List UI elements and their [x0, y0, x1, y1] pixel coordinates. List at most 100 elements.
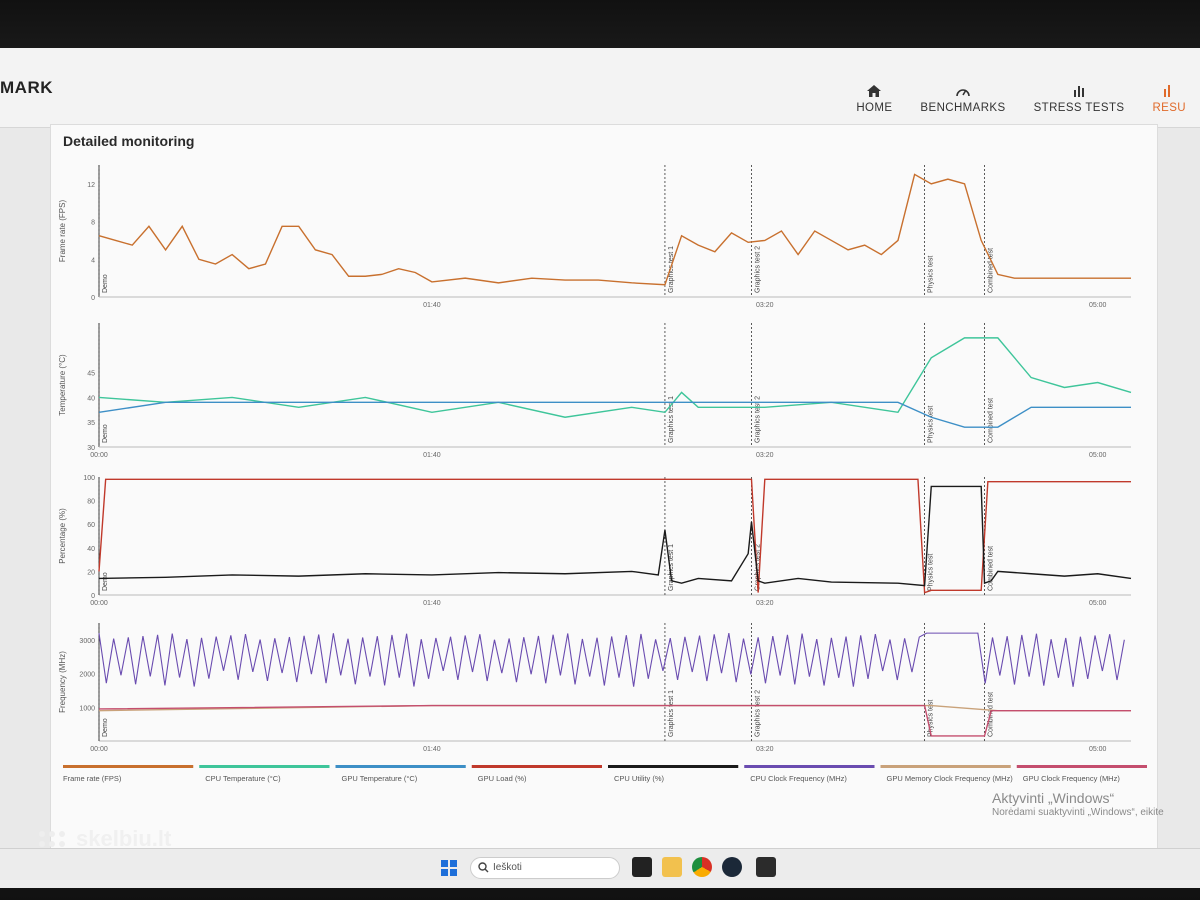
test-marker-label: Demo: [102, 572, 109, 591]
x-tick-label: 03:20: [756, 452, 774, 459]
test-marker-label: Demo: [102, 424, 109, 443]
x-tick-label: 01:40: [423, 746, 441, 753]
y-tick-label: 80: [87, 499, 95, 506]
taskbar-search-input[interactable]: Ieškoti: [470, 857, 620, 879]
nav-home[interactable]: HOME: [842, 84, 906, 114]
y-tick-label: 45: [87, 371, 95, 378]
legend-label: CPU Temperature (°C): [205, 774, 281, 783]
y-axis-label: Temperature (°C): [58, 354, 67, 416]
legend-item[interactable]: CPU Utility (%): [608, 765, 739, 783]
y-tick-label: 1000: [79, 705, 95, 712]
steam-icon[interactable]: [722, 857, 742, 877]
series-line-cpu-temperature-c-: [98, 337, 1132, 418]
y-tick-label: 20: [87, 569, 95, 576]
test-marker-label: Graphics test 2: [754, 690, 761, 737]
site-name: skelbiu.lt: [76, 826, 172, 851]
legend-item[interactable]: CPU Temperature (°C): [199, 765, 330, 783]
gauge-icon: [956, 89, 970, 97]
taskbar-search-placeholder: Ieškoti: [493, 862, 522, 873]
y-tick-label: 40: [87, 546, 95, 553]
home-icon: [867, 85, 882, 97]
nav-results[interactable]: RESU: [1138, 84, 1200, 114]
legend-swatch: [471, 765, 602, 768]
x-tick-label: 03:20: [756, 302, 774, 309]
y-axis-label: Frame rate (FPS): [58, 200, 67, 263]
windows-start-icon[interactable]: [440, 859, 458, 877]
app-logo: MARK: [0, 78, 53, 97]
legend-swatch: [608, 765, 739, 768]
x-tick-label: 05:00: [1089, 452, 1107, 459]
legend-label: GPU Load (%): [478, 774, 527, 783]
legend-label: Frame rate (FPS): [63, 774, 122, 783]
bar-chart-icon: [1074, 86, 1084, 97]
series-line-gpu-clock-frequency-mhz-: [98, 704, 1131, 737]
series-line-gpu-memory-clock-frequency-mhz-: [98, 704, 1131, 712]
results-icon: [1164, 85, 1171, 97]
chart-legend: Frame rate (FPS) CPU Temperature (°C) GPU …: [63, 765, 1147, 783]
nav-stress-tests-label: STRESS TESTS: [1033, 102, 1125, 114]
x-tick-label: 01:40: [423, 600, 441, 607]
site-logo-icon: [39, 831, 65, 847]
nav-benchmarks[interactable]: BENCHMARKS: [906, 84, 1019, 114]
series-line-gpu-temperature-c-: [98, 401, 1131, 428]
legend-item[interactable]: GPU Memory Clock Frequency (MHz): [880, 765, 1014, 783]
watermark-line1: Aktyvinti „Windows“: [992, 790, 1115, 806]
app-header: MARK HOME BENCHMARKS STRESS TESTS RESU: [0, 48, 1200, 128]
monitoring-charts: Frame rate (FPS) 0 4 8 12 01:40 03:20 05:00 Demo…: [58, 165, 1132, 753]
legend-item[interactable]: GPU Load (%): [471, 765, 602, 783]
test-marker-label: Combined test: [988, 398, 995, 443]
legend-item[interactable]: GPU Clock Frequency (MHz): [1016, 765, 1147, 783]
y-tick-label: 35: [87, 420, 95, 427]
legend-swatch: [744, 765, 875, 768]
legend-label: GPU Memory Clock Frequency (MHz): [887, 774, 1014, 783]
legend-label: GPU Temperature (°C): [342, 774, 418, 783]
x-tick-label: 00:00: [90, 600, 108, 607]
windows-activation-watermark: Aktyvinti „Windows“ Norėdami suaktyvinti…: [992, 790, 1164, 819]
chrome-icon[interactable]: [692, 857, 712, 877]
test-marker-label: Physics test: [928, 554, 935, 591]
x-tick-label: 03:20: [756, 600, 774, 607]
chart-3: Percentage (%) 0 20 40 60 80 100 00:00 01:40 03:2…: [58, 475, 1132, 607]
test-marker-label: Physics test: [928, 256, 935, 293]
y-tick-label: 0: [91, 295, 95, 302]
legend-item[interactable]: Frame rate (FPS): [63, 765, 194, 783]
test-marker-label: Combined test: [988, 692, 995, 737]
legend-label: CPU Clock Frequency (MHz): [750, 774, 847, 783]
chart-2: Temperature (°C) 30 35 40 45 00:00 01:40 03:20 0…: [58, 323, 1132, 459]
watermark-line2: Norėdami suaktyvinti „Windows“, eikite: [992, 806, 1164, 818]
3dmark-app-icon[interactable]: [756, 857, 776, 877]
site-watermark: skelbiu.lt: [36, 826, 171, 852]
file-explorer-icon[interactable]: [662, 857, 682, 877]
test-marker-label: Demo: [102, 718, 109, 737]
test-marker-label: Graphics test 1: [668, 690, 675, 737]
x-tick-label: 00:00: [90, 452, 108, 459]
legend-label: CPU Utility (%): [614, 774, 665, 783]
top-nav: HOME BENCHMARKS STRESS TESTS RESU: [842, 84, 1200, 114]
nav-benchmarks-label: BENCHMARKS: [920, 102, 1006, 114]
nav-stress-tests[interactable]: STRESS TESTS: [1020, 84, 1139, 114]
nav-results-label: RESU: [1152, 102, 1186, 114]
y-tick-label: 3000: [79, 638, 95, 645]
legend-item[interactable]: GPU Temperature (°C): [335, 765, 466, 783]
x-tick-label: 05:00: [1089, 746, 1107, 753]
legend-item[interactable]: CPU Clock Frequency (MHz): [744, 765, 875, 783]
y-tick-label: 30: [87, 445, 95, 452]
legend-label: GPU Clock Frequency (MHz): [1023, 774, 1121, 783]
legend-swatch: [199, 765, 330, 768]
test-marker-label: Demo: [102, 274, 109, 293]
task-view-icon[interactable]: [632, 857, 652, 877]
chart-1: Frame rate (FPS) 0 4 8 12 01:40 03:20 05:00 Demo…: [58, 165, 1131, 309]
y-tick-label: 12: [87, 182, 95, 189]
series-line-cpu-utility-: [98, 485, 1132, 587]
y-tick-label: 8: [91, 220, 95, 227]
y-tick-label: 40: [87, 395, 95, 402]
taskbar: Ieškoti: [0, 848, 1200, 888]
y-tick-label: 100: [83, 475, 95, 482]
test-marker-label: Graphics test 1: [668, 246, 675, 293]
legend-swatch: [1016, 765, 1147, 768]
nav-home-label: HOME: [856, 102, 893, 114]
screen: MARK HOME BENCHMARKS STRESS TESTS RESU D…: [0, 48, 1200, 888]
x-tick-label: 05:00: [1089, 302, 1107, 309]
series-line-frame-rate-fps-: [98, 173, 1131, 286]
test-marker-label: Graphics test 2: [754, 246, 761, 293]
